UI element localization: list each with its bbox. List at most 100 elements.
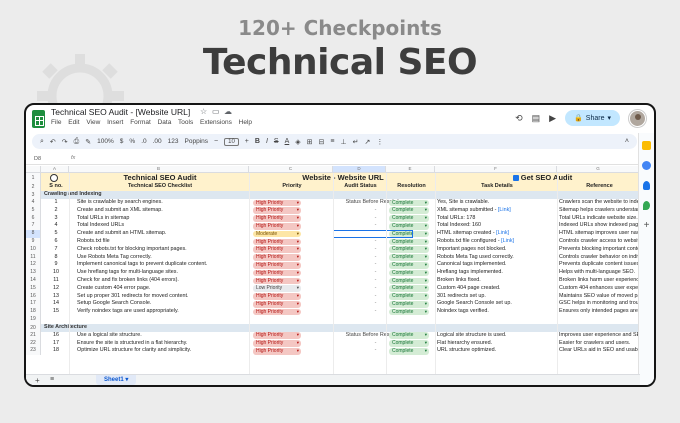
column-header-d[interactable]: D	[333, 166, 386, 173]
font-size-increase[interactable]: +	[245, 138, 249, 145]
priority-dropdown[interactable]: High Priority	[253, 262, 301, 269]
column-header-b[interactable]: B	[69, 166, 249, 173]
row-number[interactable]: 15	[26, 284, 41, 293]
row-number[interactable]: 1	[26, 173, 41, 183]
row-number[interactable]: 7	[26, 222, 41, 231]
priority-dropdown[interactable]: Low Priority	[253, 285, 301, 292]
resolution-dropdown[interactable]: Complete	[389, 215, 429, 222]
row-number[interactable]: 2	[26, 183, 41, 191]
strikethrough-icon[interactable]: S	[274, 138, 279, 145]
bold-icon[interactable]: B	[255, 138, 260, 145]
merge-cells-icon[interactable]: ⊟	[319, 138, 325, 146]
font-size-decrease[interactable]: −	[214, 138, 218, 145]
priority-dropdown[interactable]: High Priority	[253, 308, 301, 316]
resolution-dropdown[interactable]: Complete	[389, 262, 429, 269]
keep-icon[interactable]	[642, 141, 651, 150]
priority-dropdown[interactable]: High Priority	[253, 293, 301, 300]
borders-icon[interactable]: ⊞	[307, 138, 313, 146]
comments-icon[interactable]: ▤	[532, 113, 541, 124]
priority-dropdown[interactable]: High Priority	[253, 246, 301, 253]
row-number[interactable]: 9	[26, 238, 41, 246]
priority-dropdown[interactable]: High Priority	[253, 301, 301, 308]
task-detail-link[interactable]: [Link]	[498, 207, 511, 213]
paint-format-icon[interactable]: ✎	[85, 138, 91, 146]
search-icon[interactable]: ⌕	[40, 138, 44, 146]
column-header-e[interactable]: E	[386, 166, 435, 173]
priority-dropdown[interactable]: High Priority	[253, 207, 301, 214]
resolution-dropdown[interactable]: Complete	[389, 340, 429, 347]
priority-dropdown[interactable]: High Priority	[253, 340, 301, 347]
row-number[interactable]: 11	[26, 253, 41, 262]
priority-dropdown[interactable]: High Priority	[253, 254, 301, 261]
print-icon[interactable]: ⎙	[74, 138, 80, 146]
italic-icon[interactable]: I	[266, 138, 268, 145]
menu-edit[interactable]: Edit	[68, 119, 79, 126]
decrease-decimal-button[interactable]: .0	[141, 138, 146, 145]
resolution-dropdown[interactable]: Complete	[389, 285, 429, 292]
column-header-a[interactable]: A	[41, 166, 69, 173]
star-icon[interactable]: ☆	[200, 107, 207, 116]
meet-icon[interactable]: ▶	[549, 113, 556, 124]
row-number[interactable]: 13	[26, 269, 41, 277]
font-size-input[interactable]: 10	[224, 137, 239, 146]
increase-decimal-button[interactable]: .00	[153, 138, 162, 145]
collapse-toolbar-icon[interactable]: ˄	[625, 138, 629, 145]
align-icon[interactable]: ≡	[330, 138, 334, 145]
all-sheets-icon[interactable]: ≡	[50, 376, 54, 383]
sheets-logo-icon[interactable]	[32, 110, 45, 128]
resolution-dropdown[interactable]: Complete	[389, 301, 429, 308]
row-number[interactable]: 18	[26, 308, 41, 316]
wrap-icon[interactable]: ↵	[353, 138, 359, 146]
row-number[interactable]: 6	[26, 214, 41, 223]
resolution-dropdown[interactable]: Complete	[389, 308, 429, 316]
percent-format-button[interactable]: %	[129, 138, 135, 145]
resolution-dropdown[interactable]: Complete	[389, 199, 429, 207]
menu-view[interactable]: View	[86, 119, 100, 126]
resolution-dropdown[interactable]: Complete	[389, 207, 429, 214]
maps-icon[interactable]	[643, 201, 650, 210]
resolution-dropdown[interactable]: Complete	[389, 223, 429, 230]
row-number[interactable]: 17	[26, 300, 41, 309]
row-number[interactable]: 3	[26, 191, 41, 199]
priority-dropdown[interactable]: High Priority	[253, 332, 301, 339]
more-formats-button[interactable]: 123	[168, 138, 179, 145]
resolution-dropdown[interactable]: Complete	[389, 269, 429, 277]
add-addon-icon[interactable]: +	[642, 221, 651, 231]
column-header-f[interactable]: F	[435, 166, 557, 173]
menu-data[interactable]: Data	[158, 119, 172, 126]
currency-format-button[interactable]: $	[120, 138, 124, 145]
priority-dropdown[interactable]: Moderate	[253, 230, 301, 238]
document-title[interactable]: Technical SEO Audit - [Website URL]	[51, 107, 190, 117]
avatar[interactable]	[629, 109, 646, 127]
menu-insert[interactable]: Insert	[107, 119, 123, 126]
resolution-dropdown[interactable]: Complete	[389, 238, 429, 246]
history-icon[interactable]: ⟲	[515, 113, 523, 124]
column-header-c[interactable]: C	[249, 166, 333, 173]
task-detail-link[interactable]: [Link]	[496, 230, 509, 236]
menu-file[interactable]: File	[51, 119, 61, 126]
row-number[interactable]: 4	[26, 199, 41, 207]
column-header-g[interactable]: G	[557, 166, 640, 173]
priority-dropdown[interactable]: High Priority	[253, 269, 301, 277]
row-number[interactable]: 14	[26, 277, 41, 285]
row-number[interactable]: 20	[26, 323, 41, 332]
row-number[interactable]: 16	[26, 292, 41, 301]
row-number[interactable]: 22	[26, 339, 41, 348]
priority-dropdown[interactable]: High Priority	[253, 348, 301, 355]
text-color-icon[interactable]: A	[285, 138, 290, 145]
move-folder-icon[interactable]: ▭	[212, 107, 220, 116]
row-number[interactable]: 23	[26, 347, 41, 356]
sheet-tab-sheet1[interactable]: Sheet1 ▾	[96, 375, 137, 385]
priority-dropdown[interactable]: High Priority	[253, 199, 301, 207]
priority-dropdown[interactable]: High Priority	[253, 215, 301, 222]
valign-icon[interactable]: ⊥	[340, 138, 346, 146]
row-number[interactable]: 12	[26, 261, 41, 270]
undo-icon[interactable]: ↶	[50, 138, 56, 146]
priority-dropdown[interactable]: High Priority	[253, 223, 301, 230]
redo-icon[interactable]: ↷	[62, 138, 68, 146]
resolution-dropdown[interactable]: Complete	[389, 277, 429, 285]
zoom-select[interactable]: 100%	[97, 138, 114, 145]
spreadsheet-grid[interactable]: A B C D E F G 1 Technical SEO Audit Website - Web…	[26, 166, 640, 376]
add-sheet-icon[interactable]: +	[35, 376, 40, 385]
tasks-icon[interactable]	[642, 161, 651, 170]
